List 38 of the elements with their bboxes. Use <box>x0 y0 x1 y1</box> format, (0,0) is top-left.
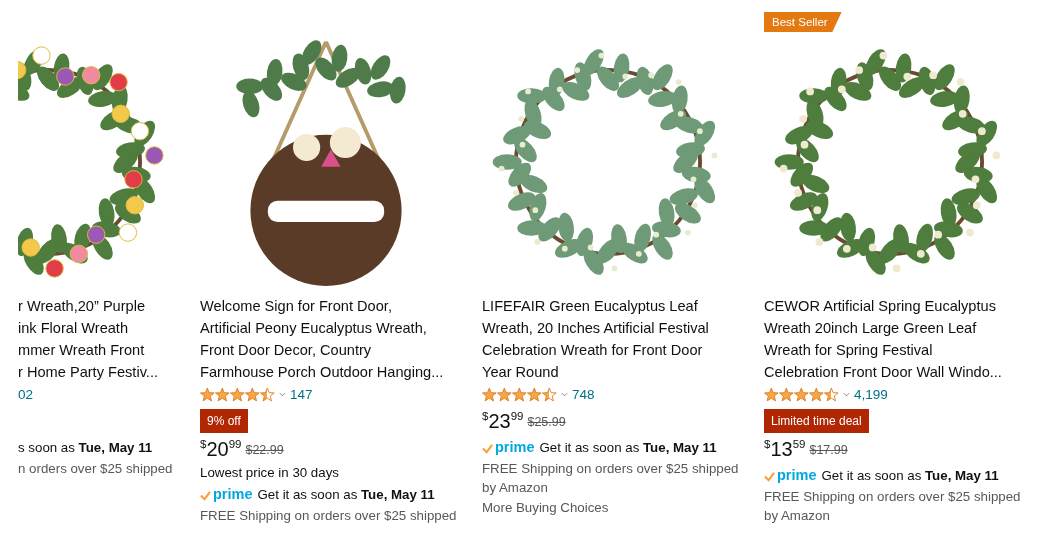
check-icon <box>764 471 775 482</box>
best-seller-badge: Best Seller <box>764 12 842 32</box>
caret-icon[interactable] <box>843 391 850 397</box>
shipping-text: n orders over $25 shipped <box>18 460 173 478</box>
deal-badge: 9% off <box>200 409 248 433</box>
shipping-text: FREE Shipping on orders over $25 shipped <box>482 460 739 478</box>
list-price: $22.99 <box>245 443 284 457</box>
product-title[interactable]: Welcome Sign for Front Door, Artificial Peony Eucalyptus Wreath, Front Door Decor, Country Farmhouse Porch Outdoor Hanging... <box>200 295 444 383</box>
caret-icon[interactable] <box>279 391 286 397</box>
delivery-text: Get it as soon as Tue, May 11 <box>821 466 999 485</box>
prime-logo: prime <box>213 486 253 502</box>
star-rating[interactable] <box>200 386 275 402</box>
product-title[interactable]: LIFEFAIR Green Eucalyptus Leaf Wreath, 20 Inches Artificial Festival Celebration Wreath for Front Door Year Round <box>482 295 709 383</box>
shipping-text: FREE Shipping on orders over $25 shipped <box>200 507 457 525</box>
shipping-text: FREE Shipping on orders over $25 shipped <box>764 488 1021 506</box>
star-rating[interactable] <box>482 386 557 402</box>
check-icon <box>200 490 211 501</box>
list-price: $17.99 <box>809 443 848 457</box>
shipping-by-text: by Amazon <box>482 479 548 497</box>
review-count[interactable]: 147 <box>290 386 313 402</box>
review-count[interactable]: 4,199 <box>854 386 888 402</box>
prime-logo: prime <box>777 467 817 483</box>
delivery-text: s soon as Tue, May 11 <box>18 438 153 457</box>
review-count[interactable]: 748 <box>572 386 595 402</box>
prime-logo: prime <box>495 439 535 455</box>
price-note: Lowest price in 30 days <box>200 464 339 482</box>
product-title[interactable]: r Wreath,20” Purple ink Floral Wreath mmer Wreath Front r Home Party Festiv... <box>18 295 158 383</box>
more-buying-choices-link[interactable]: More Buying Choices <box>482 497 609 519</box>
caret-icon[interactable] <box>561 391 568 397</box>
check-icon <box>482 443 493 454</box>
list-price: $25.99 <box>527 415 566 429</box>
star-rating[interactable] <box>764 386 839 402</box>
shipping-by-text: by Amazon <box>764 507 830 525</box>
review-count[interactable]: 02 <box>18 386 34 402</box>
deal-badge: Limited time deal <box>764 409 869 433</box>
delivery-text: Get it as soon as Tue, May 11 <box>539 438 717 457</box>
delivery-text: Get it as soon as Tue, May 11 <box>257 485 435 504</box>
product-title[interactable]: CEWOR Artificial Spring Eucalyptus Wreath 20inch Large Green Leaf Wreath for Spring Festival Celebration Front Door Wall Windo... <box>764 295 1002 383</box>
